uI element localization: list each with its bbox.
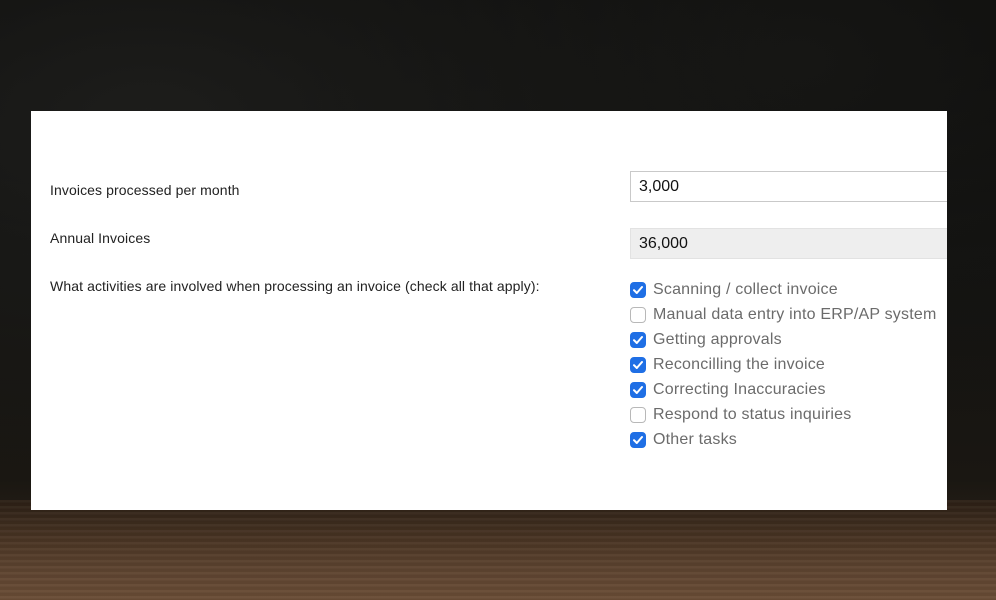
invoices-per-month-label: Invoices processed per month: [50, 182, 240, 198]
checkmark-icon: [633, 335, 643, 344]
activity-option-label: Correcting Inaccuracies: [653, 380, 826, 398]
checkbox[interactable]: [630, 281, 646, 298]
activity-option[interactable]: Correcting Inaccuracies: [630, 377, 936, 402]
activity-option[interactable]: Getting approvals: [630, 327, 936, 352]
invoices-per-month-input[interactable]: 3,000: [630, 171, 947, 202]
activity-option-label: Scanning / collect invoice: [653, 280, 838, 298]
activity-option[interactable]: Respond to status inquiries: [630, 402, 936, 427]
activity-option[interactable]: Manual data entry into ERP/AP system: [630, 302, 936, 327]
checkbox[interactable]: [630, 306, 646, 323]
activity-option[interactable]: Scanning / collect invoice: [630, 277, 936, 302]
checkmark-icon: [633, 385, 643, 394]
activity-option-label: Reconcilling the invoice: [653, 355, 826, 373]
activities-checklist: Scanning / collect invoice Manual data e…: [630, 277, 936, 452]
activity-option-label: Getting approvals: [653, 330, 782, 348]
activity-option-label: Other tasks: [653, 430, 738, 448]
activity-option-label: Manual data entry into ERP/AP system: [653, 305, 937, 323]
checkbox[interactable]: [630, 356, 646, 373]
annual-invoices-label: Annual Invoices: [50, 230, 151, 246]
checkbox[interactable]: [630, 331, 646, 348]
activities-question-label: What activities are involved when proces…: [50, 278, 540, 294]
invoice-form-panel: Invoices processed per month 3,000 Annua…: [31, 111, 947, 510]
checkmark-icon: [633, 285, 643, 294]
wood-surface: [0, 500, 996, 600]
checkbox[interactable]: [630, 431, 646, 448]
checkmark-icon: [633, 360, 643, 369]
annual-invoices-field: 36,000: [630, 228, 947, 259]
checkbox[interactable]: [630, 406, 646, 423]
checkmark-icon: [633, 435, 643, 444]
activity-option[interactable]: Other tasks: [630, 427, 936, 452]
activity-option-label: Respond to status inquiries: [653, 405, 852, 423]
checkbox[interactable]: [630, 381, 646, 398]
activity-option[interactable]: Reconcilling the invoice: [630, 352, 936, 377]
